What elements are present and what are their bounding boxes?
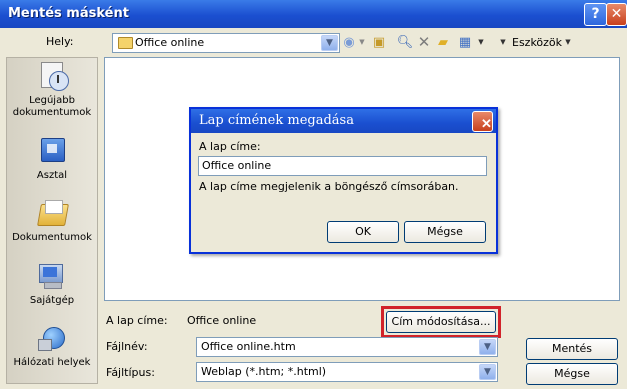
folder-icon [118, 37, 133, 49]
title-bar[interactable]: Mentés másként ? ✕ [0, 0, 627, 28]
dialog-cancel-button[interactable]: Mégse [404, 221, 486, 243]
place-my-computer-label: Sajátgép [29, 295, 75, 306]
page-title-input[interactable]: Office online [198, 156, 487, 176]
place-recent[interactable]: Legújabb dokumentumok [7, 61, 97, 119]
location-label: Hely: [46, 35, 74, 48]
chevron-down-icon[interactable]: ▼ [321, 35, 338, 51]
help-button[interactable]: ? [584, 3, 607, 26]
place-desktop[interactable]: Asztal [7, 136, 97, 182]
question-icon: ? [591, 6, 600, 22]
close-icon: ✕ [610, 6, 623, 22]
tools-dropdown-icon[interactable]: ▼ [498, 34, 508, 51]
dialog-title: Lap címének megadása [199, 113, 354, 128]
set-page-title-dialog: Lap címének megadása ✕ A lap címe: Offic… [189, 107, 498, 254]
highlight-box [381, 306, 501, 338]
views-icon[interactable]: ▦ [456, 34, 474, 51]
tools-menu[interactable]: Eszközök [512, 36, 562, 49]
place-my-computer[interactable]: Sajátgép [7, 261, 97, 307]
places-bar: Legújabb dokumentumok Asztal Dokumentumo… [6, 57, 98, 384]
views-dropdown-icon[interactable]: ▼ [476, 34, 486, 51]
location-combo[interactable]: Office online ▼ [112, 33, 340, 53]
dialog-info-text: A lap címe megjelenik a böngésző címsorá… [199, 180, 459, 193]
chevron-down-icon[interactable]: ▼ [479, 364, 496, 380]
page-title-value: Office online [187, 314, 257, 327]
page-title-label: A lap címe: [106, 314, 168, 327]
save-button[interactable]: Mentés [526, 338, 618, 360]
place-documents-label: Dokumentumok [12, 232, 92, 243]
back-dropdown-icon[interactable]: ▼ [358, 34, 366, 51]
back-icon[interactable]: ◉ [341, 34, 357, 51]
my-computer-icon [35, 261, 69, 291]
dialog-ok-button[interactable]: OK [327, 221, 399, 243]
place-desktop-label: Asztal [36, 170, 68, 181]
delete-icon[interactable]: ✕ [416, 34, 432, 51]
tools-chevron-icon: ▼ [565, 38, 571, 46]
recent-documents-icon [35, 61, 69, 91]
up-folder-icon[interactable]: ▣ [370, 34, 388, 51]
search-web-icon[interactable]: 🔍︎ [396, 34, 414, 51]
cancel-button[interactable]: Mégse [526, 363, 618, 385]
my-documents-icon [35, 198, 69, 228]
filename-value: Office online.htm [201, 340, 296, 353]
filename-label: Fájlnév: [106, 340, 148, 353]
desktop-icon [35, 136, 69, 166]
dialog-close-button[interactable]: ✕ [472, 111, 493, 132]
window-title: Mentés másként [8, 6, 129, 21]
save-as-window: Mentés másként ? ✕ Hely: Office online ▼… [0, 0, 627, 389]
network-places-icon [35, 323, 69, 353]
close-button[interactable]: ✕ [606, 3, 627, 26]
place-network-label: Hálózati helyek [13, 357, 91, 368]
dialog-field-label: A lap címe: [199, 140, 261, 153]
chevron-down-icon[interactable]: ▼ [479, 339, 496, 355]
new-folder-icon[interactable]: ▰ [434, 34, 452, 51]
filetype-label: Fájltípus: [106, 366, 155, 379]
place-documents[interactable]: Dokumentumok [7, 198, 97, 244]
filename-field[interactable]: Office online.htm ▼ [196, 337, 498, 357]
filetype-value: Weblap (*.htm; *.html) [201, 365, 327, 378]
location-value: Office online [135, 36, 205, 49]
dialog-title-bar[interactable]: Lap címének megadása ✕ [191, 109, 496, 133]
filetype-select[interactable]: Weblap (*.htm; *.html) ▼ [196, 362, 498, 382]
place-network[interactable]: Hálózati helyek [7, 323, 97, 369]
close-icon: ✕ [481, 117, 492, 132]
place-recent-label: Legújabb dokumentumok [12, 95, 92, 118]
